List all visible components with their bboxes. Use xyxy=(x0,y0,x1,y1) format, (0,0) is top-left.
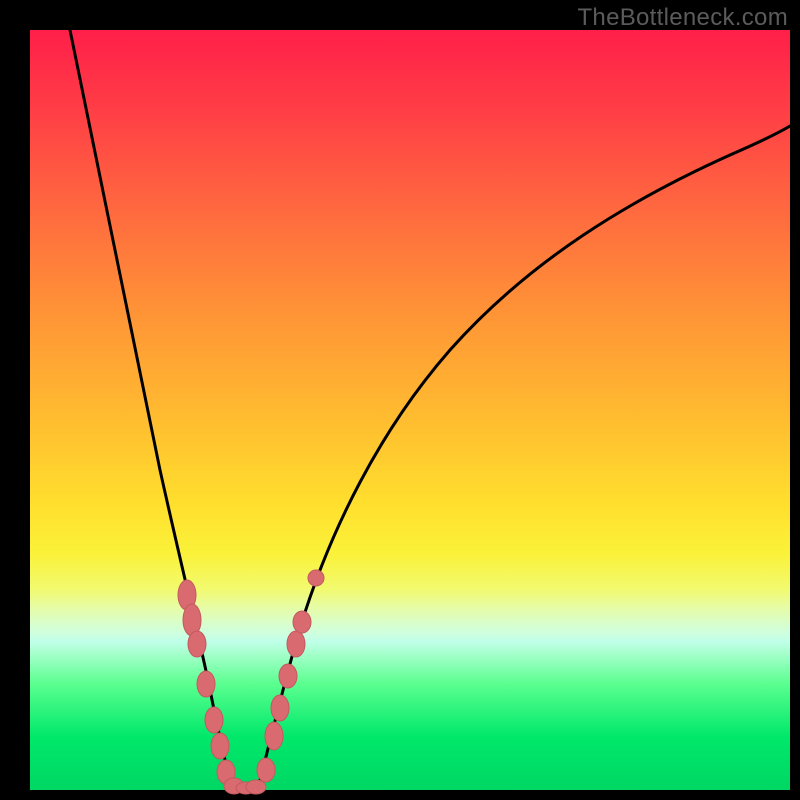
data-point-12 xyxy=(271,695,289,721)
data-point-10 xyxy=(257,758,275,782)
chart-frame: TheBottleneck.com xyxy=(0,0,800,800)
data-point-4 xyxy=(205,707,223,733)
data-point-11 xyxy=(265,722,283,750)
data-point-14 xyxy=(287,631,305,657)
data-point-blobs xyxy=(178,570,324,794)
plot-area xyxy=(30,30,790,790)
bottleneck-curve-svg xyxy=(30,30,790,790)
data-point-5 xyxy=(211,733,229,759)
data-point-2 xyxy=(188,631,206,657)
data-point-15 xyxy=(293,611,311,633)
right-limb-path xyxy=(258,126,790,788)
data-point-16 xyxy=(308,570,324,586)
data-point-13 xyxy=(279,664,297,688)
curve-group xyxy=(70,30,790,790)
data-point-9 xyxy=(246,780,266,794)
data-point-3 xyxy=(197,671,215,697)
watermark-text: TheBottleneck.com xyxy=(577,4,788,32)
